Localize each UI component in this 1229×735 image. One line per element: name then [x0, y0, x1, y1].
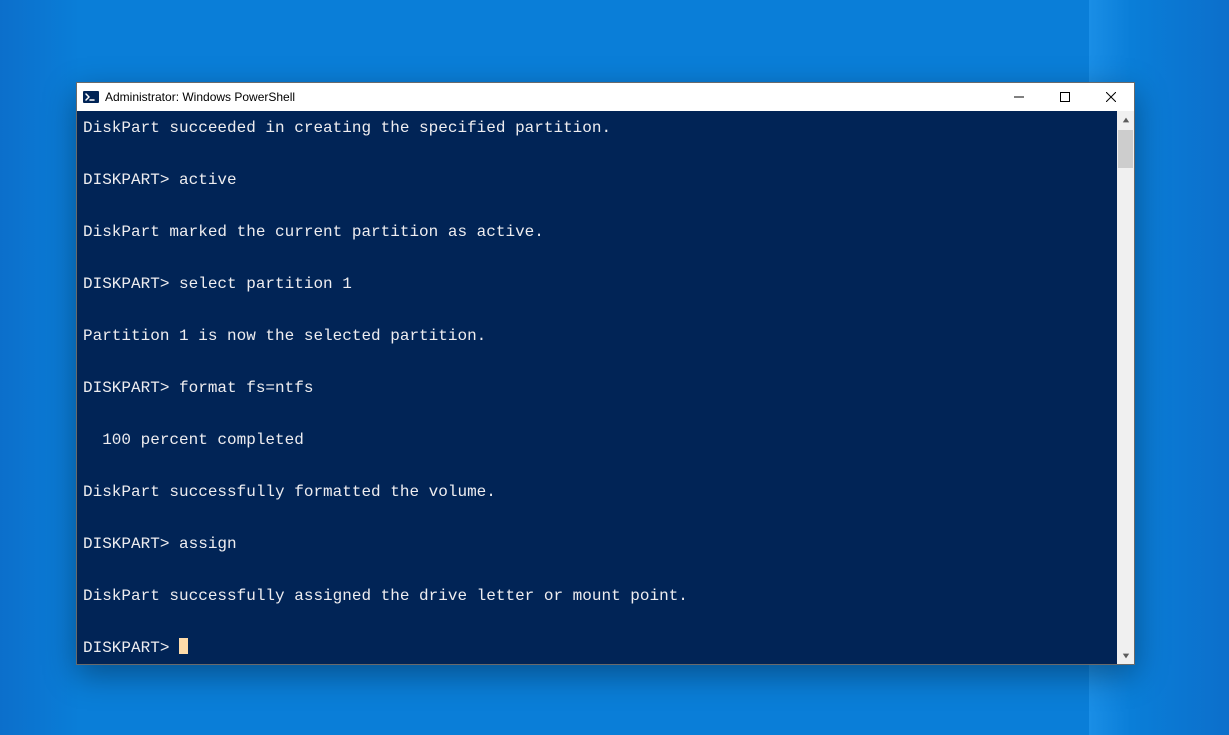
scrollbar-thumb[interactable]: [1118, 130, 1133, 168]
terminal-line: Partition 1 is now the selected partitio…: [83, 323, 1111, 349]
terminal-line: [83, 401, 1111, 427]
powershell-icon: [83, 89, 99, 105]
terminal-line: DISKPART> assign: [83, 531, 1111, 557]
terminal-line: DISKPART>: [83, 635, 1111, 661]
window-controls: [996, 83, 1134, 111]
terminal-line: DISKPART> format fs=ntfs: [83, 375, 1111, 401]
minimize-button[interactable]: [996, 83, 1042, 111]
close-button[interactable]: [1088, 83, 1134, 111]
terminal-line: DISKPART> select partition 1: [83, 271, 1111, 297]
terminal-line: 100 percent completed: [83, 427, 1111, 453]
terminal-line: [83, 557, 1111, 583]
terminal-cursor: [179, 638, 188, 654]
terminal-area: DiskPart succeeded in creating the speci…: [77, 111, 1134, 664]
terminal-line: [83, 453, 1111, 479]
terminal-line: DiskPart successfully assigned the drive…: [83, 583, 1111, 609]
terminal-output[interactable]: DiskPart succeeded in creating the speci…: [77, 111, 1117, 664]
terminal-line: DISKPART> active: [83, 167, 1111, 193]
titlebar[interactable]: Administrator: Windows PowerShell: [77, 83, 1134, 111]
terminal-line: [83, 141, 1111, 167]
terminal-line: [83, 349, 1111, 375]
terminal-line: DiskPart succeeded in creating the speci…: [83, 115, 1111, 141]
scrollbar-track[interactable]: [1117, 128, 1134, 647]
vertical-scrollbar[interactable]: [1117, 111, 1134, 664]
maximize-button[interactable]: [1042, 83, 1088, 111]
terminal-line: [83, 245, 1111, 271]
terminal-line: [83, 193, 1111, 219]
terminal-line: [83, 609, 1111, 635]
powershell-window: Administrator: Windows PowerShell DiskPa…: [76, 82, 1135, 665]
window-title: Administrator: Windows PowerShell: [105, 90, 295, 104]
scroll-up-arrow-icon[interactable]: [1117, 111, 1134, 128]
desktop-bg-stripe: [0, 0, 80, 735]
terminal-line: [83, 505, 1111, 531]
terminal-line: DiskPart marked the current partition as…: [83, 219, 1111, 245]
scroll-down-arrow-icon[interactable]: [1117, 647, 1134, 664]
terminal-line: [83, 297, 1111, 323]
terminal-line: DiskPart successfully formatted the volu…: [83, 479, 1111, 505]
